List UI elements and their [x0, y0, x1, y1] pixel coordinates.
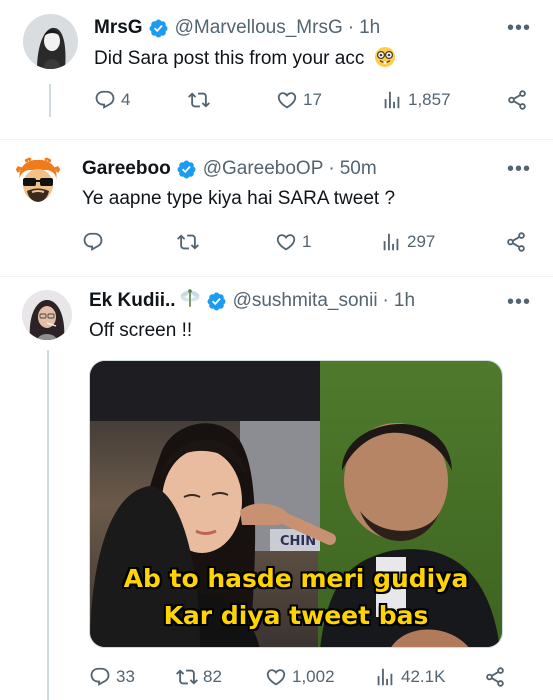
share-button[interactable]: [506, 89, 528, 111]
thread-line: [47, 350, 49, 700]
views-button[interactable]: 297: [380, 231, 435, 253]
reply-button[interactable]: 33: [89, 666, 135, 688]
avatar-mrsg[interactable]: [23, 14, 78, 69]
reply-icon: [89, 666, 111, 688]
like-icon: [275, 231, 297, 253]
more-icon[interactable]: •••: [507, 291, 531, 314]
views-icon: [380, 231, 402, 253]
view-count: 297: [407, 232, 436, 251]
nerd-face-emoji: [374, 46, 396, 74]
like-button[interactable]: 1: [275, 231, 311, 253]
view-count: 42.1K: [401, 667, 446, 686]
reply-button[interactable]: 4: [94, 89, 130, 111]
views-button[interactable]: 42.1K: [374, 666, 445, 688]
retweet-button[interactable]: [177, 231, 199, 253]
retweet-button[interactable]: 82: [176, 666, 222, 688]
share-button[interactable]: [505, 231, 527, 253]
retweet-icon: [177, 231, 199, 253]
tweet-text: Ye aapne type kiya hai SARA tweet ?: [82, 188, 396, 209]
like-count: 1: [302, 232, 312, 251]
views-icon: [381, 89, 403, 111]
like-button[interactable]: 17: [276, 89, 322, 111]
retweet-icon: [188, 89, 210, 111]
like-count: 1,002: [292, 667, 335, 686]
separator-dot: ·: [382, 290, 389, 311]
verified-badge-icon: [176, 159, 197, 180]
reply-count: 33: [116, 667, 135, 686]
author-name[interactable]: Ek Kudii..: [89, 290, 176, 312]
reply-icon: [82, 231, 104, 253]
share-icon: [484, 666, 506, 688]
share-button[interactable]: [484, 666, 506, 688]
tweet-text: Did Sara post this from your acc: [94, 46, 396, 74]
separator-dot: ·: [328, 158, 335, 179]
author-handle[interactable]: @GareeboOP: [203, 158, 324, 180]
retweet-button[interactable]: [188, 89, 210, 111]
views-icon: [374, 666, 396, 688]
author-handle[interactable]: @Marvellous_MrsG: [175, 17, 343, 39]
avatar-ek-kudii[interactable]: [22, 290, 72, 340]
more-icon[interactable]: •••: [507, 158, 531, 181]
tweet-media-image[interactable]: CHIN Ab to hasde meri gudiya Kar diya tw: [89, 360, 503, 648]
meme-caption-line-2: Kar diya tweet bas: [163, 601, 429, 630]
avatar-gareeboo[interactable]: [13, 156, 63, 206]
timestamp[interactable]: 50m: [340, 158, 377, 180]
verified-badge-icon: [206, 291, 227, 312]
like-icon: [276, 89, 298, 111]
separator-dot: ·: [347, 17, 355, 38]
meme-caption-line-1: Ab to hasde meri gudiya: [123, 564, 469, 593]
like-count: 17: [303, 90, 322, 109]
timestamp[interactable]: 1h: [394, 290, 415, 312]
like-icon: [265, 666, 287, 688]
reply-icon: [94, 89, 116, 111]
dragonfly-emoji: [179, 287, 201, 315]
retweet-count: 82: [203, 667, 222, 686]
views-button[interactable]: 1,857: [381, 89, 451, 111]
timestamp[interactable]: 1h: [359, 17, 380, 39]
like-button[interactable]: 1,002: [265, 666, 335, 688]
author-handle[interactable]: @sushmita_sonii: [233, 290, 378, 312]
retweet-icon: [176, 666, 198, 688]
author-name[interactable]: Gareeboo: [82, 158, 171, 180]
tweet-text-body: Did Sara post this from your acc: [94, 48, 365, 69]
view-count: 1,857: [408, 90, 451, 109]
tweet-divider: [0, 276, 553, 277]
author-name[interactable]: MrsG: [94, 17, 143, 39]
share-icon: [506, 89, 528, 111]
verified-badge-icon: [148, 18, 169, 39]
tweet-divider: [0, 139, 553, 140]
share-icon: [505, 231, 527, 253]
tweet-text: Off screen !!: [89, 320, 193, 341]
reply-count: 4: [121, 90, 131, 109]
reply-button[interactable]: [82, 231, 104, 253]
more-icon[interactable]: •••: [507, 17, 531, 40]
